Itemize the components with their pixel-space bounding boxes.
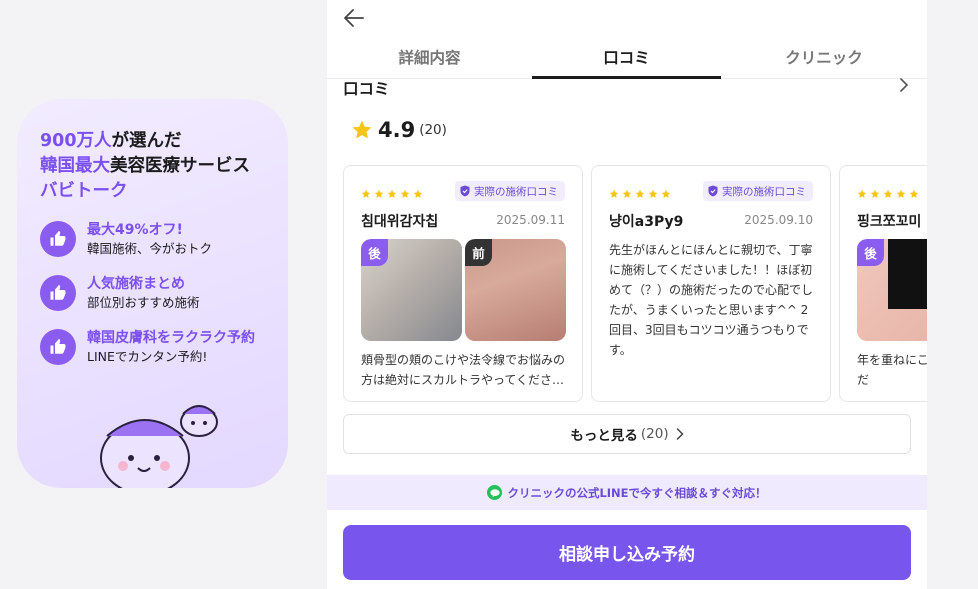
star-icon (896, 189, 906, 198)
after-photo[interactable]: 後 (361, 239, 462, 341)
benefit-item: 人気施術まとめ 部位別おすすめ施術 (40, 274, 266, 312)
review-text: 頬骨型の頬のこけや法令線でお悩みの方は絶対にスカルトラやってくださ… (361, 353, 566, 387)
review-card[interactable]: 実際の施術口コミ 침대위감자칩 2025.09.11 後 前 頬骨型の頬のこけや… (343, 165, 583, 402)
star-icon (909, 189, 919, 198)
tab-reviews[interactable]: 口コミ (532, 36, 721, 79)
star-icon (648, 189, 658, 198)
promo-headline-highlight: 韓国最大 (40, 156, 110, 176)
star-rating (857, 184, 919, 198)
benefit-title: 人気施術まとめ (87, 275, 185, 292)
before-photo[interactable]: 前 (465, 239, 566, 341)
see-more-label: もっと見る (570, 428, 638, 444)
star-icon (413, 189, 423, 198)
tab-details[interactable]: 詳細内容 (327, 36, 532, 78)
see-more-count: (20) (640, 426, 669, 442)
promo-headline-highlight: 900万人 (40, 131, 112, 151)
back-arrow-icon[interactable] (343, 8, 365, 28)
star-rating (609, 184, 671, 198)
section-title: 口コミ (343, 80, 390, 98)
promo-headline: 900万人が選んだ 韓国最大美容医療サービス バビトーク (40, 129, 266, 204)
line-consult-banner[interactable]: クリニックの公式LINEで今すぐ相談＆すぐ対応！ (327, 475, 927, 510)
rating-summary: 4.9 (20) (351, 118, 447, 142)
reviewer-name: 핑크쪼꼬미 (857, 214, 922, 230)
promo-card: 900万人が選んだ 韓国最大美容医療サービス バビトーク 最大49%オフ! 韓国… (17, 99, 288, 488)
thumbs-up-icon (40, 329, 76, 365)
star-icon (622, 189, 632, 198)
banner-text: クリニックの公式LINEで今すぐ相談＆すぐ対応！ (507, 485, 767, 500)
chevron-right-icon[interactable] (899, 78, 909, 92)
verified-badge: 実際の施術口コミ (703, 181, 813, 201)
star-icon (361, 189, 371, 198)
mascot-illustration (100, 405, 218, 488)
star-icon (609, 189, 619, 198)
star-rating (361, 184, 423, 198)
tab-bar: 詳細内容 口コミ クリニック (327, 36, 927, 79)
review-text: 年を重ねにこけがだんだ (857, 353, 927, 387)
promo-brand-name: バビトーク (40, 181, 128, 201)
review-text: 先生がほんとにほんとに親切で、丁寧に施術してくださいました！！ほぼ初めて（？）の… (609, 243, 814, 357)
benefit-subtitle: LINEでカンタン予約! (87, 348, 208, 364)
after-tag: 後 (361, 239, 388, 266)
verified-badge-label: 実際の施術口コミ (474, 185, 558, 198)
reserve-consult-button[interactable]: 相談申し込み予約 (343, 525, 911, 580)
thumbs-up-icon (40, 221, 76, 257)
star-icon (870, 189, 880, 198)
star-icon (661, 189, 671, 198)
line-icon (487, 485, 503, 500)
before-tag: 前 (465, 239, 492, 266)
benefit-subtitle: 部位別おすすめ施術 (87, 294, 200, 310)
rating-score: 4.9 (378, 118, 416, 142)
review-date: 2025.09.11 (496, 213, 565, 227)
shield-check-icon (708, 185, 718, 197)
benefit-title: 韓国皮膚科をラクラク予約 (87, 329, 255, 346)
tab-clinic[interactable]: クリニック (721, 36, 927, 78)
review-carousel[interactable]: 実際の施術口コミ 침대위감자칩 2025.09.11 後 前 頬骨型の頬のこけや… (343, 165, 927, 402)
benefit-subtitle: 韓国施術、今がおトク (87, 240, 213, 256)
star-icon (635, 189, 645, 198)
benefit-item: 最大49%オフ! 韓国施術、今がおトク (40, 220, 266, 258)
shield-check-icon (460, 185, 470, 197)
benefit-title: 最大49%オフ! (87, 221, 183, 238)
review-date: 2025.09.10 (744, 213, 813, 227)
reviewer-name: 냥이a3Py9 (609, 214, 684, 230)
star-icon (857, 189, 867, 198)
review-panel: 詳細内容 口コミ クリニック 口コミ 4.9 (20) 実際の施術口コミ 침대위… (327, 0, 927, 589)
review-card[interactable]: 実際の施術口コミ 냥이a3Py9 2025.09.10 先生がほんとにほんとに親… (591, 165, 831, 402)
see-more-button[interactable]: もっと見る (20) (343, 414, 911, 454)
verified-badge: 実際の施術口コミ (455, 181, 565, 201)
promo-headline-text: が選んだ (111, 131, 182, 151)
reviewer-name: 침대위감자칩 (361, 214, 439, 230)
rating-count: (20) (419, 122, 447, 138)
after-tag: 後 (857, 239, 884, 266)
star-icon (352, 120, 372, 139)
star-icon (883, 189, 893, 198)
promo-headline-text: 美容医療サービス (110, 156, 250, 176)
verified-badge-label: 実際の施術口コミ (722, 185, 806, 198)
chevron-right-icon (676, 428, 684, 440)
thumbs-up-icon (40, 275, 76, 311)
star-icon (387, 189, 397, 198)
review-card[interactable]: 핑크쪼꼬미 後 年を重ねにこけがだんだ (839, 165, 927, 402)
star-icon (400, 189, 410, 198)
star-icon (374, 189, 384, 198)
after-photo[interactable]: 後 (857, 239, 927, 341)
benefit-item: 韓国皮膚科をラクラク予約 LINEでカンタン予約! (40, 328, 266, 366)
